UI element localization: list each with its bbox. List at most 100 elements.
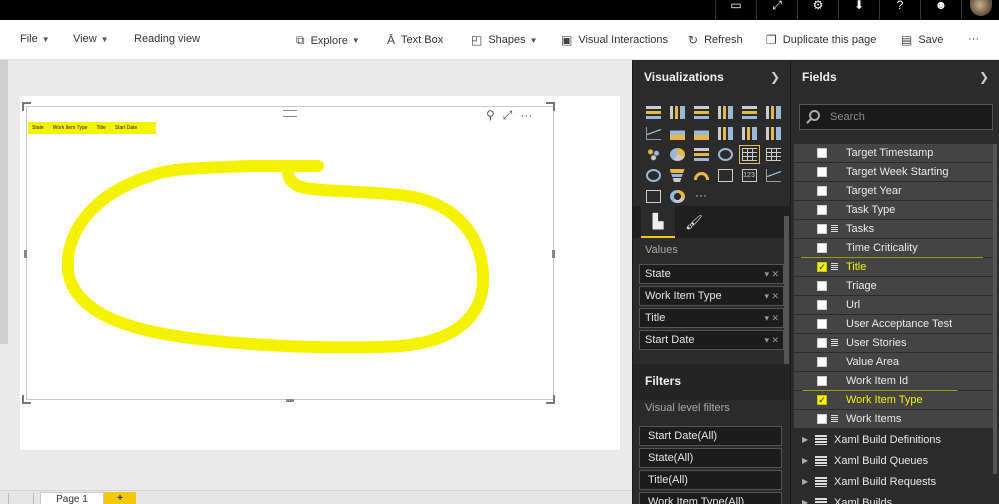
value-well[interactable]: Start Date ▾ ✕: [639, 330, 784, 350]
card-icon[interactable]: 123: [737, 165, 761, 186]
reading-view-button[interactable]: Reading view: [134, 33, 200, 45]
field-item[interactable]: Work Items: [794, 410, 994, 428]
clustered-bar-chart-icon[interactable]: [689, 102, 713, 123]
explore-menu[interactable]: ⧉ Explore ▼: [296, 33, 360, 48]
value-well[interactable]: Title ▾ ✕: [639, 308, 784, 328]
slicer-icon[interactable]: [641, 186, 665, 207]
field-checkbox[interactable]: [817, 319, 827, 329]
clustered-column-chart-icon[interactable]: [713, 102, 737, 123]
fields-search-input[interactable]: Search: [799, 104, 993, 130]
smiley-icon[interactable]: ☻: [920, 0, 961, 20]
expand-arrow-icon[interactable]: ▶: [802, 473, 808, 491]
column-header[interactable]: State: [32, 125, 44, 131]
value-well[interactable]: State ▾ ✕: [639, 264, 784, 284]
field-item[interactable]: ✓ Title: [794, 258, 994, 276]
expand-icon[interactable]: ⤢: [756, 0, 797, 20]
field-item[interactable]: Url: [794, 296, 994, 314]
more-options-icon[interactable]: ···: [520, 108, 532, 123]
resize-handle[interactable]: [546, 395, 555, 404]
line-and-column-chart-icon[interactable]: [713, 123, 737, 144]
gauge-icon[interactable]: [689, 165, 713, 186]
pane-scrollbar[interactable]: [784, 216, 789, 364]
page-tab[interactable]: Page 1: [40, 492, 104, 504]
field-checkbox[interactable]: [817, 281, 827, 291]
field-checkbox[interactable]: ✓: [817, 262, 827, 272]
field-checkbox[interactable]: [817, 414, 827, 424]
field-checkbox[interactable]: [817, 300, 827, 310]
refresh-button[interactable]: ↻ Refresh: [688, 33, 743, 47]
view-menu[interactable]: View ▼: [73, 33, 109, 45]
focus-mode-icon[interactable]: ⤢: [503, 108, 513, 123]
column-header[interactable]: Start Date: [115, 125, 138, 131]
page-nav-arrows[interactable]: [8, 493, 34, 504]
area-chart-icon[interactable]: [665, 123, 689, 144]
filter-card[interactable]: Title(All): [639, 470, 782, 490]
treemap-icon[interactable]: [689, 144, 713, 165]
field-item[interactable]: Target Year: [794, 182, 994, 200]
format-paintbrush-icon[interactable]: 🖌: [677, 206, 711, 238]
table-node[interactable]: ▶ Xaml Build Queues: [799, 452, 994, 470]
column-header[interactable]: Title: [97, 125, 106, 131]
resize-handle[interactable]: [22, 102, 31, 111]
table-node[interactable]: ▶ Xaml Build Requests: [799, 473, 994, 491]
download-icon[interactable]: ⬇: [838, 0, 879, 20]
kpi-icon[interactable]: [761, 165, 785, 186]
drag-grip[interactable]: [283, 110, 297, 117]
field-item[interactable]: Time Criticality: [794, 239, 994, 257]
field-checkbox[interactable]: [817, 357, 827, 367]
filter-card[interactable]: Work Item Type(All): [639, 492, 782, 504]
field-checkbox[interactable]: [817, 376, 827, 386]
field-checkbox[interactable]: [817, 224, 827, 234]
multi-row-card-icon[interactable]: [713, 165, 737, 186]
filter-card[interactable]: Start Date(All): [639, 426, 782, 446]
field-checkbox[interactable]: [817, 205, 827, 215]
value-well[interactable]: Work Item Type ▾ ✕: [639, 286, 784, 306]
field-item[interactable]: User Acceptance Test: [794, 315, 994, 333]
column-header[interactable]: Work Item Type: [53, 125, 88, 131]
well-controls[interactable]: ▾ ✕: [764, 331, 779, 349]
expand-arrow-icon[interactable]: ▶: [802, 452, 808, 470]
pin-icon[interactable]: ⚲: [486, 108, 495, 123]
table-visual[interactable]: [26, 106, 554, 400]
field-item[interactable]: Value Area: [794, 353, 994, 371]
help-icon[interactable]: ?: [879, 0, 920, 20]
resize-handle[interactable]: [22, 395, 31, 404]
duplicate-page-button[interactable]: ❐ Duplicate this page: [766, 33, 876, 47]
table-visual-icon[interactable]: [737, 144, 761, 165]
field-item[interactable]: User Stories: [794, 334, 994, 352]
table-node[interactable]: ▶ Xaml Build Definitions: [799, 431, 994, 449]
map-icon[interactable]: [713, 144, 737, 165]
fields-tab-icon[interactable]: ▙: [641, 206, 675, 238]
shapes-menu[interactable]: ◰ Shapes ▼: [471, 33, 538, 47]
settings-icon[interactable]: ⚙: [797, 0, 838, 20]
stacked-area-chart-icon[interactable]: [689, 123, 713, 144]
file-menu[interactable]: File ▼: [20, 33, 50, 45]
100-stacked-column-chart-icon[interactable]: [761, 102, 785, 123]
save-button[interactable]: ▤ Save: [901, 33, 943, 47]
canvas-scrollbar[interactable]: [0, 60, 8, 344]
filled-map-icon[interactable]: [641, 165, 665, 186]
resize-handle[interactable]: [552, 250, 555, 258]
well-controls[interactable]: ▾ ✕: [764, 265, 779, 283]
user-avatar[interactable]: [961, 0, 999, 20]
100-stacked-bar-chart-icon[interactable]: [737, 102, 761, 123]
filter-card[interactable]: State(All): [639, 448, 782, 468]
well-controls[interactable]: ▾ ✕: [764, 287, 779, 305]
text-box-button[interactable]: Ā Text Box: [387, 33, 443, 47]
field-checkbox[interactable]: [817, 148, 827, 158]
field-checkbox[interactable]: [817, 167, 827, 177]
resize-handle[interactable]: [286, 399, 294, 402]
field-checkbox[interactable]: ✓: [817, 395, 827, 405]
field-item[interactable]: Triage: [794, 277, 994, 295]
funnel-icon[interactable]: [665, 165, 689, 186]
chevron-right-icon[interactable]: ❯: [979, 70, 989, 84]
field-item[interactable]: Target Week Starting: [794, 163, 994, 181]
field-checkbox[interactable]: [817, 243, 827, 253]
resize-handle[interactable]: [24, 250, 27, 258]
add-page-button[interactable]: +: [104, 492, 136, 504]
pie-chart-icon[interactable]: [665, 144, 689, 165]
table-node[interactable]: ▶ Xaml Builds: [799, 494, 994, 504]
field-checkbox[interactable]: [817, 186, 827, 196]
stacked-column-chart-icon[interactable]: [665, 102, 689, 123]
chevron-right-icon[interactable]: ❯: [770, 70, 780, 84]
